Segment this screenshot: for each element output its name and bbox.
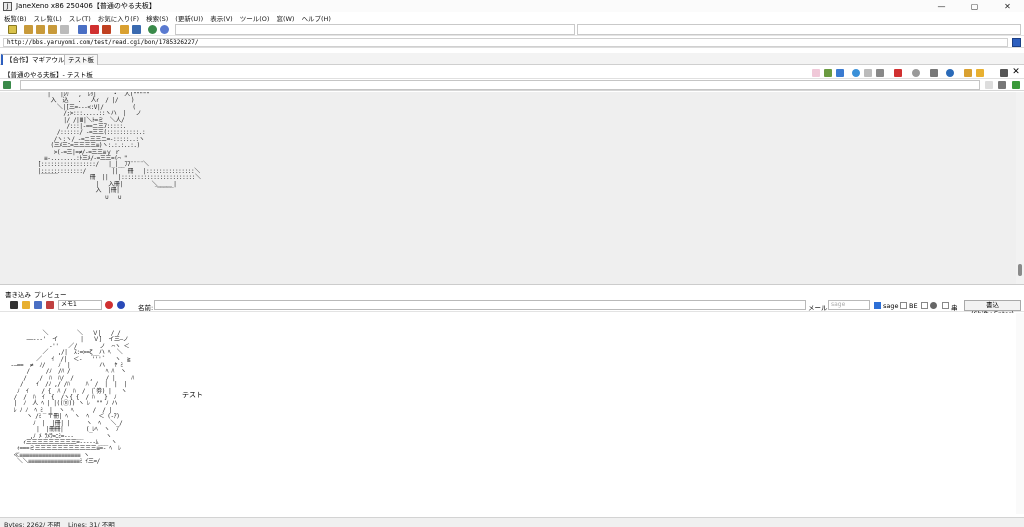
write-tab-strip: 書き込み プレビュー [0,288,1024,300]
url-bar: http://bbs.yaruyomi.com/test/read.cgi/bo… [0,37,1024,48]
menu-bar: 板覧(B) スレ覧(L) スレ(T) お気に入り(F) 検索(S) (更新(U)… [0,12,1024,23]
aa-list-icon[interactable] [46,301,54,309]
sage-checkbox[interactable] [874,302,881,309]
stop-icon[interactable] [102,25,111,34]
pen-icon[interactable] [78,25,87,34]
menu-thread-list[interactable]: スレ覧(L) [34,13,62,23]
log-icon[interactable] [132,25,141,34]
option-dot-icon [930,302,937,309]
extract-icon[interactable] [3,81,11,89]
filter-apply-icon[interactable] [998,81,1006,89]
open-folder-icon[interactable] [22,301,30,309]
close-thread-icon[interactable]: ✕ [1012,68,1020,77]
clear-icon[interactable] [105,301,113,309]
thread-ascii-art: | |ﾚﾘ , ﾚﾘ| ・ 人(""""" 入 込 . 人ｨ / |/ ) ＼|… [37,92,201,201]
pane-layout-1-icon[interactable] [24,25,33,34]
refresh-icon[interactable] [160,25,169,34]
spin-icon[interactable] [985,81,993,89]
status-bar: Bytes: 2262/ 不明 Lines: 31/ 不明 [0,517,1024,527]
main-toolbar [0,23,1024,36]
proxy-label: 串 [951,304,958,312]
menu-board-list[interactable]: 板覧(B) [4,13,27,23]
thread-scrollbar[interactable] [1016,92,1024,284]
next-icon[interactable] [117,301,125,309]
minimize-button[interactable]: — [925,0,958,12]
connect-icon[interactable] [8,25,17,34]
memo-select[interactable]: メモ1 [58,300,102,310]
pencil-icon[interactable] [964,69,972,77]
menu-thread[interactable]: スレ(T) [69,13,91,23]
globe-icon[interactable] [148,25,157,34]
menu-view[interactable]: 表示(V) [210,13,233,23]
menu-help[interactable]: ヘルプ(H) [301,13,330,23]
write-toolbar: メモ1 名前: メール: sage sage BE 串 書込(Shift+Ent… [0,299,1024,318]
write-scrollbar[interactable] [1016,313,1024,514]
extract-input[interactable] [20,80,980,90]
thread-scroll-thumb[interactable] [1018,264,1022,276]
pane-layout-4-icon[interactable] [60,25,69,34]
download-icon[interactable] [90,25,99,34]
bytes-counter: Bytes: 2262/ 不明 [4,521,61,527]
menu-search[interactable]: 検索(S) [146,13,168,23]
menu-tools[interactable]: ツール(O) [240,13,270,23]
document-icon[interactable] [876,69,884,77]
toolbar-search-input[interactable] [175,24,575,35]
jump-icon[interactable] [1012,81,1020,89]
save-icon[interactable] [10,301,18,309]
write-textarea[interactable]: ＼ ＼ Ｖ| / / ――--‐' イ | Ｖ] イ三―ノ ‐'' ／/ ノ ⌒… [0,313,1024,514]
menu-window[interactable]: 窓(W) [276,13,294,23]
bookmark-icon[interactable] [812,69,820,77]
pane-layout-3-icon[interactable] [48,25,57,34]
option-checkbox[interactable] [921,302,928,309]
proxy-checkbox[interactable] [942,302,949,309]
sage-label: sage [883,302,899,310]
search-icon[interactable] [946,69,954,77]
menu-update[interactable]: (更新(U)) [175,13,203,23]
board-tab-strip: 【合作】マギアウルム... テスト板 [0,53,1024,65]
write-body-text: テスト [182,391,203,399]
trash-icon[interactable] [1000,69,1008,77]
extract-bar [0,79,1024,91]
window-icon[interactable] [836,69,844,77]
filter-icon[interactable] [930,69,938,77]
tab-test-board[interactable]: テスト板 [64,54,98,65]
be-checkbox[interactable] [900,302,907,309]
folder-icon[interactable] [976,69,984,77]
edit-icon[interactable] [34,301,42,309]
copy-icon[interactable] [864,69,872,77]
window-controls: — ▢ ✕ [925,0,1024,12]
write-ascii-art: ＼ ＼ Ｖ| / / ――--‐' イ | Ｖ] イ三―ノ ‐'' ／/ ノ ⌒… [10,330,134,466]
submit-button[interactable]: 書込(Shift+Enter) [964,300,1021,318]
stop-circle-icon[interactable] [912,69,920,77]
lines-counter: Lines: 31/ 不明 [68,521,115,527]
app-icon[interactable]: J [3,1,12,11]
window-title: JaneXeno x86 250406【普通のやる夫板】 [16,2,156,10]
mail-label: メール: [808,304,830,312]
thread-title: 【普通のやる夫板】- テスト板 [4,71,93,79]
thread-header: 【普通のやる夫板】- テスト板 ✕ [0,67,1024,79]
url-input[interactable]: http://bbs.yaruyomi.com/test/read.cgi/bo… [3,38,1008,47]
mail-input[interactable]: sage [828,300,870,310]
be-label: BE [909,302,918,310]
name-label: 名前: [138,304,154,312]
thread-view[interactable]: | |ﾚﾘ , ﾚﾘ| ・ 人(""""" 入 込 . 人ｨ / |/ ) ＼|… [0,92,1024,285]
image-icon[interactable] [824,69,832,77]
menu-favorites[interactable]: お気に入り(F) [98,13,139,23]
name-input[interactable] [154,300,806,310]
folder-search-icon[interactable] [120,25,129,34]
title-bar: J JaneXeno x86 250406【普通のやる夫板】 — ▢ ✕ [0,0,1024,12]
go-button[interactable] [1012,38,1021,47]
maximize-button[interactable]: ▢ [958,0,991,12]
tab-preview[interactable]: プレビュー [34,289,67,299]
close-button[interactable]: ✕ [991,0,1024,12]
download-arrow-icon[interactable] [894,69,902,77]
toolbar-address-input[interactable] [577,24,1021,35]
info-icon[interactable] [852,69,860,77]
pane-layout-2-icon[interactable] [36,25,45,34]
